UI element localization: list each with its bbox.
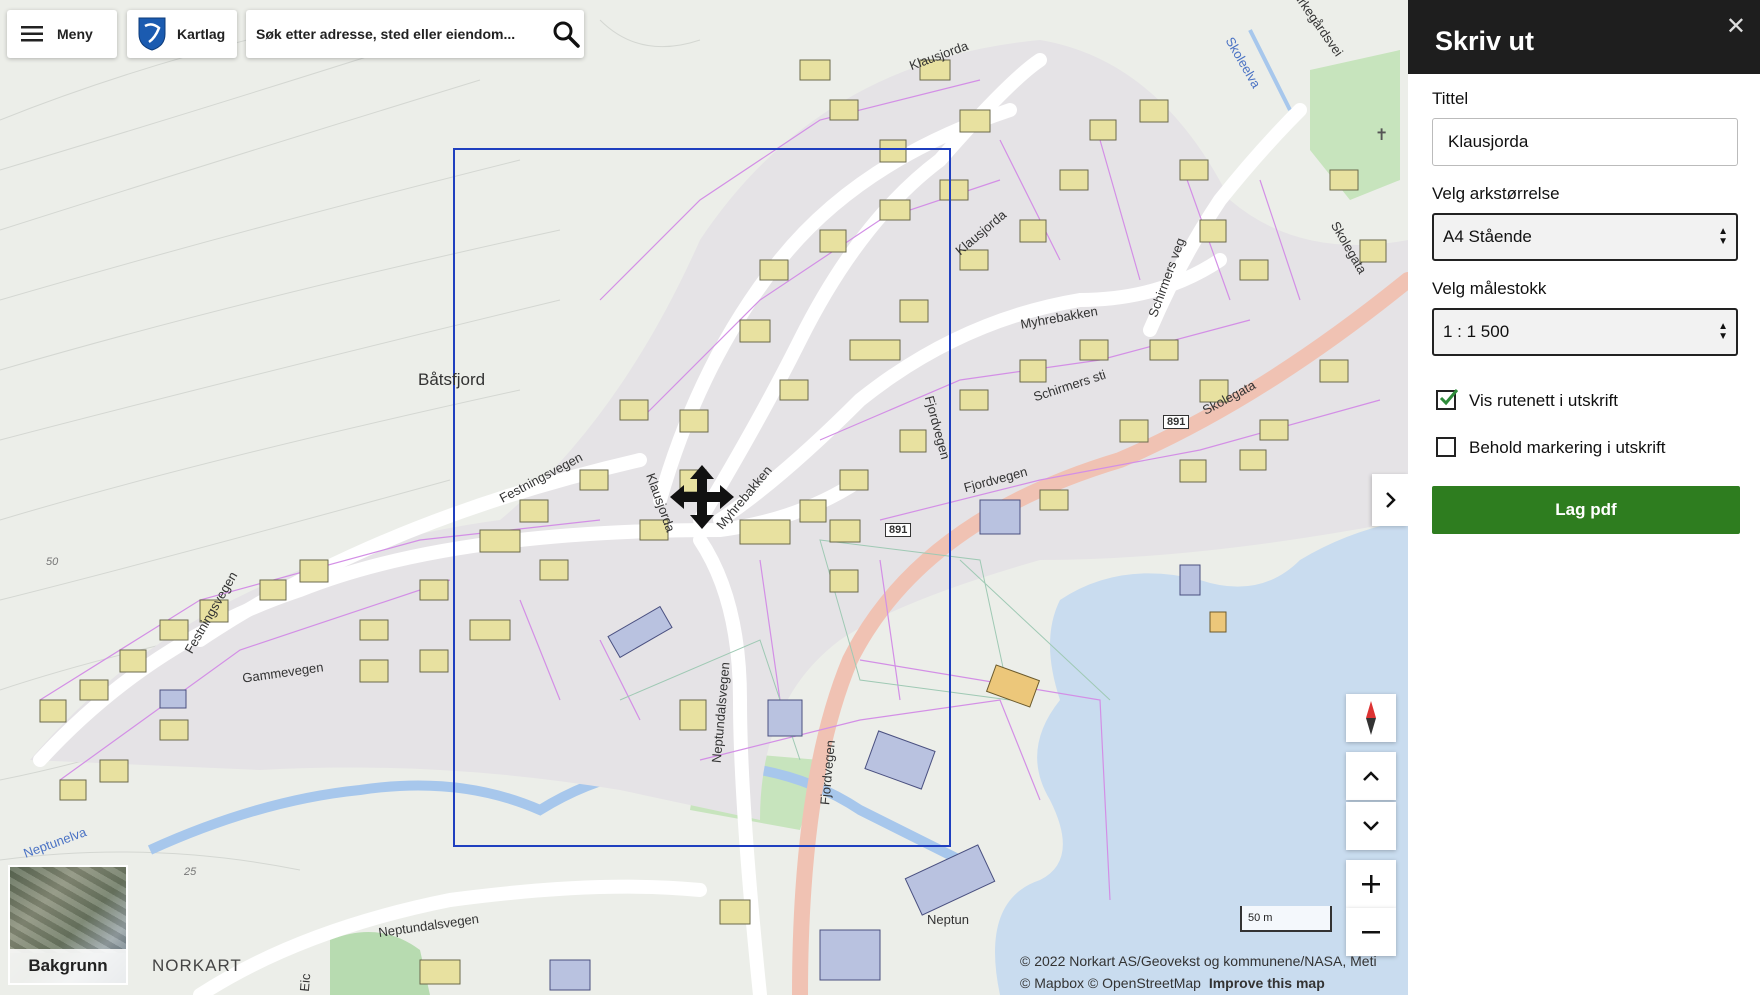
- street-label: Eic: [296, 972, 314, 993]
- attribution-line1: © 2022 Norkart AS/Geovekst og kommunene/…: [1020, 953, 1377, 969]
- scale-bar-label: 50 m: [1248, 912, 1273, 924]
- zoom-out-button[interactable]: [1346, 908, 1396, 956]
- size-select-value: A4 Stående: [1443, 227, 1532, 246]
- title-input-value: Klausjorda: [1448, 132, 1529, 151]
- search-box[interactable]: [246, 10, 584, 58]
- basemap-thumbnail: [10, 867, 126, 953]
- zoom-in-button[interactable]: [1346, 860, 1396, 908]
- basemap-label: Bakgrunn: [10, 949, 126, 983]
- scale-bar: 50 m: [1240, 906, 1332, 932]
- road-number: 891: [885, 523, 912, 537]
- norkart-logo: NORKART: [152, 956, 242, 975]
- contour-label: 50: [46, 556, 59, 568]
- map-canvas: ✝: [0, 0, 1408, 995]
- scale-field-label: Velg målestokk: [1432, 279, 1547, 298]
- municipality-shield-icon: [138, 17, 166, 51]
- attribution-line2: © Mapbox © OpenStreetMap: [1020, 975, 1201, 991]
- make-pdf-button[interactable]: Lag pdf: [1432, 486, 1740, 534]
- select-arrows-icon: ▲ ▼: [1718, 321, 1728, 342]
- keep-marking-label[interactable]: Behold markering i utskrift: [1469, 438, 1666, 458]
- layers-button[interactable]: Kartlag: [127, 10, 237, 58]
- scale-select[interactable]: 1 : 1 500 ▲ ▼: [1432, 308, 1738, 356]
- place-label: Båtsfjord: [418, 370, 486, 389]
- attribution: © 2022 Norkart AS/Geovekst og kommunene/…: [1020, 950, 1377, 994]
- compass-icon: [1366, 701, 1376, 735]
- select-arrows-icon: ▲ ▼: [1718, 226, 1728, 247]
- grid-checkbox[interactable]: [1436, 389, 1459, 410]
- panel-header: Skriv ut ✕: [1408, 0, 1760, 74]
- panel-title: Skriv ut: [1435, 26, 1535, 56]
- minus-icon: [1362, 931, 1380, 934]
- title-field-label: Tittel: [1432, 89, 1469, 108]
- basemap-switcher[interactable]: Bakgrunn: [8, 865, 128, 985]
- search-input[interactable]: [254, 25, 538, 43]
- road-number: 891: [1163, 415, 1190, 429]
- search-icon[interactable]: [552, 20, 580, 48]
- print-panel: Skriv ut ✕ Tittel Klausjorda Velg arkstø…: [1408, 0, 1760, 995]
- grid-checkbox-label[interactable]: Vis rutenett i utskrift: [1469, 391, 1618, 411]
- tilt-up-button[interactable]: [1346, 752, 1396, 800]
- keep-marking-checkbox[interactable]: [1436, 437, 1456, 457]
- plus-icon: [1362, 875, 1380, 893]
- title-input[interactable]: Klausjorda: [1432, 118, 1738, 166]
- collapse-panel-button[interactable]: [1372, 474, 1408, 526]
- scale-select-value: 1 : 1 500: [1443, 322, 1510, 341]
- size-field-label: Velg arkstørrelse: [1432, 184, 1560, 203]
- close-icon[interactable]: ✕: [1726, 12, 1746, 41]
- compass-button[interactable]: [1346, 694, 1396, 742]
- hamburger-icon: [21, 26, 43, 42]
- chevron-up-icon: [1363, 771, 1379, 781]
- chevron-right-icon: [1386, 492, 1396, 508]
- contour-label: 25: [184, 866, 197, 878]
- layers-label: Kartlag: [177, 26, 226, 42]
- size-select[interactable]: A4 Stående ▲ ▼: [1432, 213, 1738, 261]
- tilt-down-button[interactable]: [1346, 802, 1396, 850]
- svg-text:✝: ✝: [1375, 125, 1388, 144]
- place-label: Neptun: [927, 912, 969, 927]
- menu-label: Meny: [57, 26, 93, 42]
- improve-map-link[interactable]: Improve this map: [1209, 975, 1325, 991]
- menu-button[interactable]: Meny: [7, 10, 117, 58]
- chevron-down-icon: [1363, 821, 1379, 831]
- map-view[interactable]: ✝ Båtsfjord Klausjorda Klausjorda Klausj…: [0, 0, 1408, 995]
- checkmark-icon: [1439, 389, 1459, 406]
